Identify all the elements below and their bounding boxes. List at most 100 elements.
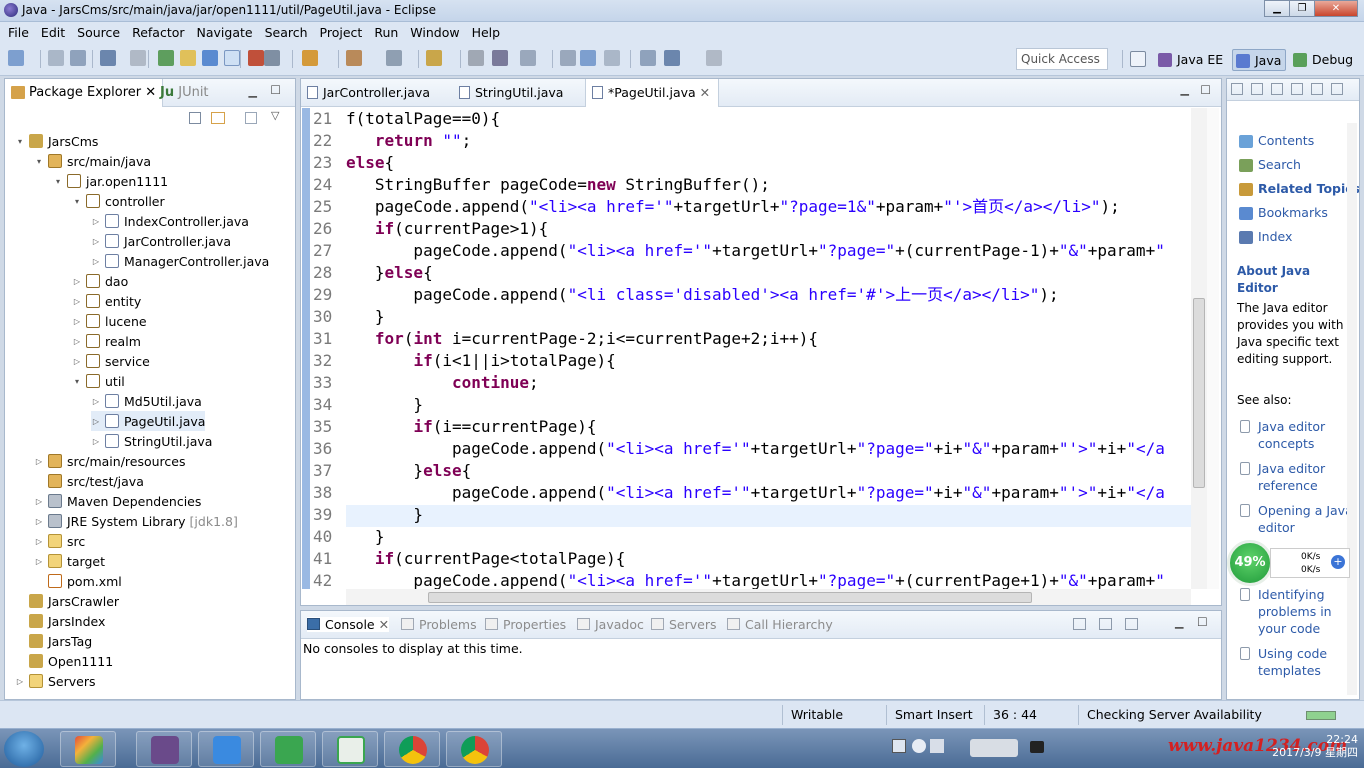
- tree-item[interactable]: ▷ src/main/resources: [34, 451, 186, 471]
- tree-item[interactable]: ▾ jar.open1111: [53, 171, 168, 191]
- tree-item[interactable]: ▾ src/main/java: [34, 151, 151, 171]
- tree-toggle-icon[interactable]: ▷: [72, 337, 82, 346]
- code-area[interactable]: f(totalPage==0){ return ""; else{ StringB…: [346, 108, 1191, 589]
- taskbar-app-colors[interactable]: [60, 731, 116, 767]
- tree-item[interactable]: ▷ entity: [72, 291, 141, 311]
- tree-item[interactable]: ▷ service: [72, 351, 150, 371]
- open-perspective-icon[interactable]: [1130, 51, 1146, 67]
- horizontal-scroll-thumb[interactable]: [428, 592, 1032, 603]
- tree-item[interactable]: ▷ target: [34, 551, 105, 571]
- toolbar-tool-7-icon[interactable]: [180, 50, 196, 66]
- tree-toggle-icon[interactable]: ▷: [72, 277, 82, 286]
- code-line[interactable]: for(int i=currentPage-2;i<=currentPage+2…: [346, 328, 818, 350]
- code-line[interactable]: f(totalPage==0){: [346, 108, 500, 130]
- toolbar-tool-14-icon[interactable]: [386, 50, 402, 66]
- toolbar-tool-16-icon[interactable]: [468, 50, 484, 66]
- code-line[interactable]: pageCode.append("<li><a href='"+targetUr…: [346, 482, 1165, 504]
- help-vertical-scrollbar[interactable]: [1347, 123, 1357, 695]
- tree-item[interactable]: ▷ JarController.java: [91, 231, 231, 251]
- help-toolbar-2-icon[interactable]: [1251, 83, 1263, 95]
- toolbar-tool-21-icon[interactable]: [604, 50, 620, 66]
- tree-item[interactable]: ▷ Maven Dependencies: [34, 491, 201, 511]
- code-line[interactable]: pageCode.append("<li><a href='"+targetUr…: [346, 196, 1120, 218]
- tree-item[interactable]: JarsIndex: [15, 611, 105, 631]
- console-tab-javadoc[interactable]: Javadoc: [577, 617, 644, 632]
- toolbar-tool-11-icon[interactable]: [264, 50, 280, 66]
- console-tab-problems[interactable]: Problems: [401, 617, 477, 632]
- vertical-scroll-thumb[interactable]: [1193, 298, 1205, 488]
- tree-toggle-icon[interactable]: ▷: [34, 517, 44, 526]
- toolbar-tool-4-icon[interactable]: [100, 50, 116, 66]
- vertical-scrollbar[interactable]: [1191, 108, 1207, 589]
- taskbar-app-camtasia[interactable]: [260, 731, 316, 767]
- code-line[interactable]: return "";: [346, 130, 471, 152]
- link-editor-icon[interactable]: [211, 112, 225, 124]
- minimize-console-icon[interactable]: ▁: [1175, 616, 1183, 629]
- minimize-view-icon[interactable]: ▁: [249, 85, 257, 98]
- keyboard-tray-icon[interactable]: [1030, 741, 1044, 753]
- tree-item[interactable]: ▾ JarsCms: [15, 131, 98, 151]
- perspective-debug[interactable]: Debug: [1290, 49, 1357, 71]
- tree-item[interactable]: ▾ util: [72, 371, 125, 391]
- tree-toggle-icon[interactable]: ▷: [91, 417, 101, 426]
- code-line[interactable]: pageCode.append("<li><a href='"+targetUr…: [346, 240, 1164, 262]
- tree-toggle-icon[interactable]: ▾: [72, 197, 82, 206]
- toolbar-tool-3-icon[interactable]: [70, 50, 86, 66]
- tree-toggle-icon[interactable]: ▷: [15, 677, 25, 686]
- tree-item[interactable]: ▷ Servers: [15, 671, 96, 691]
- toolbar-tool-6-icon[interactable]: [158, 50, 174, 66]
- toolbar-tool-22-icon[interactable]: [640, 50, 656, 66]
- tree-item[interactable]: src/test/java: [34, 471, 144, 491]
- tree-item[interactable]: JarsCrawler: [15, 591, 119, 611]
- editor-tab-jarcontroller-java[interactable]: JarController.java: [301, 79, 438, 107]
- code-line[interactable]: }: [346, 504, 423, 526]
- taskbar-app-eclipse[interactable]: [136, 731, 192, 767]
- code-line[interactable]: }: [346, 306, 385, 328]
- code-line[interactable]: if(currentPage<totalPage){: [346, 548, 625, 570]
- tab-close-icon[interactable]: ✕: [375, 617, 389, 632]
- help-sublink[interactable]: Identifying problems in your code: [1258, 586, 1354, 637]
- toolbar-tool-9-icon[interactable]: [224, 50, 240, 66]
- console-tab-call-hierarchy[interactable]: Call Hierarchy: [727, 617, 833, 632]
- menu-navigate[interactable]: Navigate: [191, 25, 259, 40]
- code-line[interactable]: }else{: [346, 460, 471, 482]
- junit-tab[interactable]: Ju JUnit: [160, 85, 209, 100]
- tree-item[interactable]: ▷ ManagerController.java: [91, 251, 269, 271]
- tree-item[interactable]: ▷ realm: [72, 331, 141, 351]
- taskbar-app-chrome[interactable]: [384, 731, 440, 767]
- minimize-editor-icon[interactable]: ▁: [1181, 83, 1189, 96]
- code-line[interactable]: if(i<1||i>totalPage){: [346, 350, 615, 372]
- maximize-editor-icon[interactable]: ☐: [1200, 83, 1211, 97]
- menu-help[interactable]: Help: [466, 25, 507, 40]
- taskbar-app-wps[interactable]: [198, 731, 254, 767]
- tree-item[interactable]: ▷ StringUtil.java: [91, 431, 213, 451]
- quick-access-input[interactable]: Quick Access: [1016, 48, 1108, 70]
- code-line[interactable]: pageCode.append("<li><a href='"+targetUr…: [346, 438, 1165, 460]
- tree-toggle-icon[interactable]: ▾: [15, 137, 25, 146]
- toolbar-tool-24-icon[interactable]: [706, 50, 722, 66]
- tree-item[interactable]: ▷ dao: [72, 271, 128, 291]
- console-tool-2-icon[interactable]: [1099, 618, 1112, 630]
- code-line[interactable]: }: [346, 394, 423, 416]
- toolbar-tool-8-icon[interactable]: [202, 50, 218, 66]
- menu-source[interactable]: Source: [71, 25, 126, 40]
- menu-project[interactable]: Project: [314, 25, 369, 40]
- editor-tab-stringutil-java[interactable]: StringUtil.java: [453, 79, 571, 107]
- maximize-console-icon[interactable]: ☐: [1197, 615, 1208, 629]
- maximize-button[interactable]: ❐: [1289, 0, 1315, 17]
- toolbar-tool-13-icon[interactable]: [346, 50, 362, 66]
- minimize-button[interactable]: ▁: [1264, 0, 1290, 17]
- menu-edit[interactable]: Edit: [35, 25, 71, 40]
- tree-item[interactable]: ▷ JRE System Library [jdk1.8]: [34, 511, 238, 531]
- tree-item[interactable]: pom.xml: [34, 571, 122, 591]
- help-toolbar-3-icon[interactable]: [1271, 83, 1283, 95]
- tree-toggle-icon[interactable]: ▷: [91, 237, 101, 246]
- help-link-index[interactable]: Index: [1258, 229, 1292, 244]
- tree-toggle-icon[interactable]: ▷: [34, 457, 44, 466]
- toolbar-tool-12-icon[interactable]: [302, 50, 318, 66]
- tree-toggle-icon[interactable]: ▷: [91, 437, 101, 446]
- taskbar-app-chrome2[interactable]: [446, 731, 502, 767]
- help-toolbar-4-icon[interactable]: [1291, 83, 1303, 95]
- toolbar-tool-5-icon[interactable]: [130, 50, 146, 66]
- maximize-view-icon[interactable]: ☐: [270, 83, 281, 97]
